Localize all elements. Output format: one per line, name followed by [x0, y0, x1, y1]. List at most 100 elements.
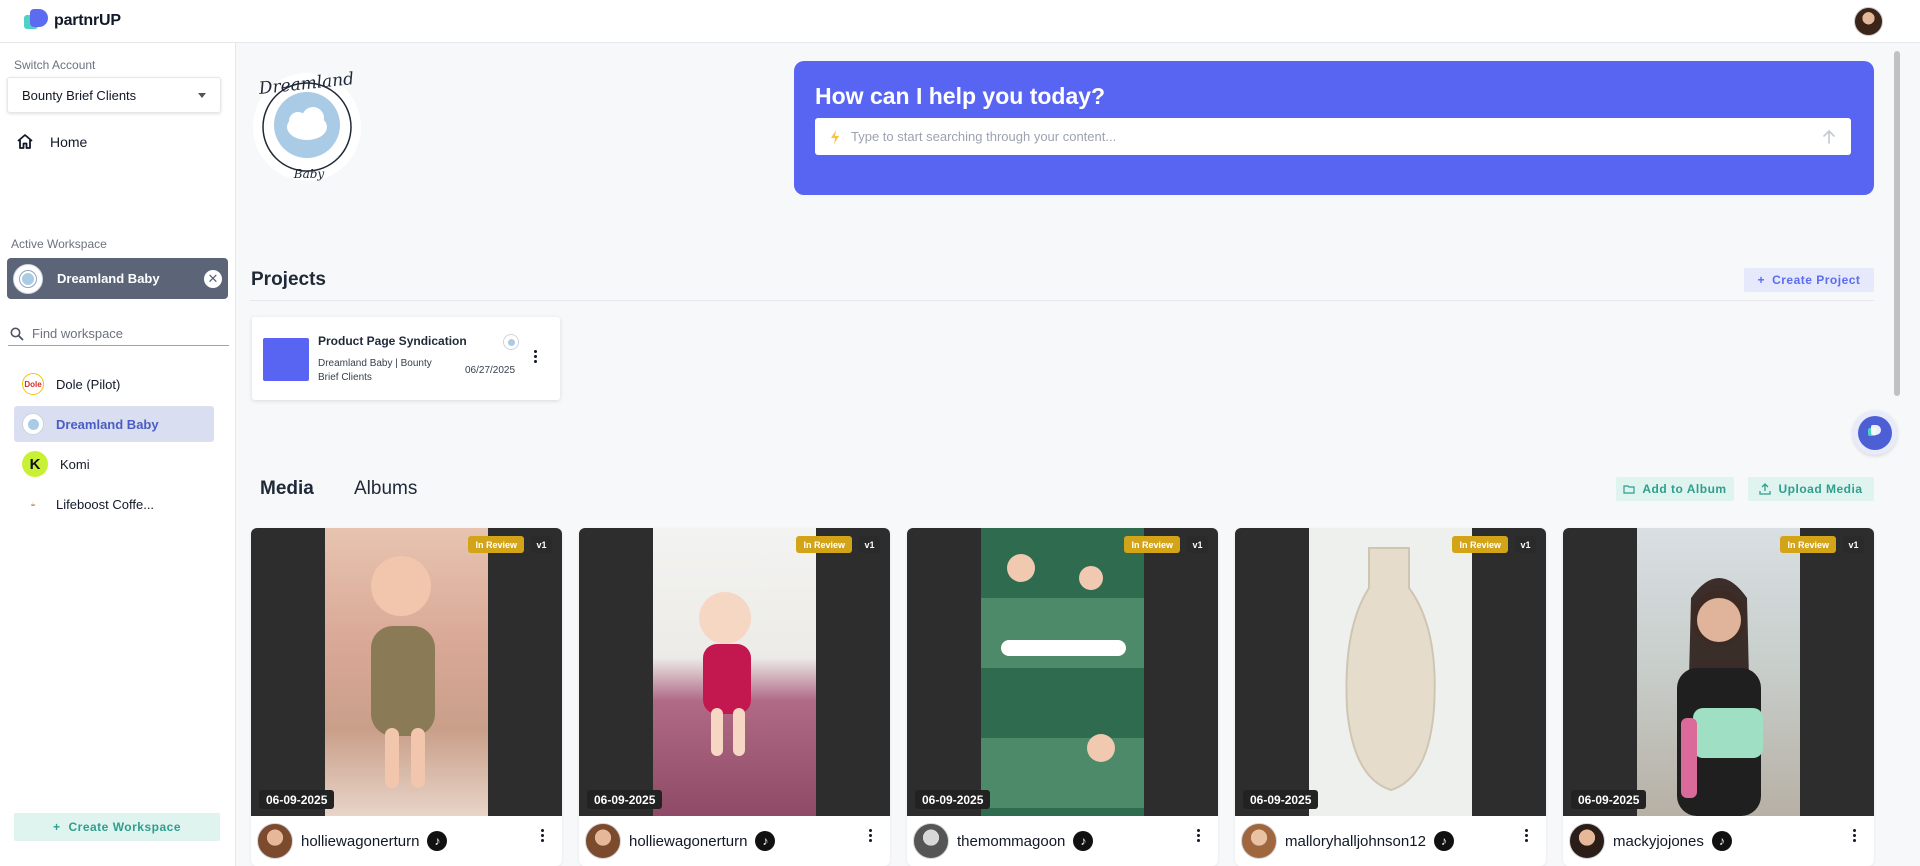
create-project-button[interactable]: + Create Project: [1744, 268, 1874, 292]
user-avatar[interactable]: [1854, 7, 1883, 36]
ai-search-input[interactable]: [851, 129, 1811, 144]
sidebar-item-home[interactable]: Home: [16, 133, 87, 150]
dreamland-baby-logo: Dreamland Baby: [253, 69, 361, 181]
status-badge: In Review: [1124, 536, 1180, 553]
workspace-item-dole[interactable]: Dole Dole (Pilot): [14, 366, 214, 402]
project-name: Product Page Syndication: [318, 334, 467, 348]
project-date: 06/27/2025: [465, 365, 516, 376]
date-badge: 06-09-2025: [1243, 790, 1319, 809]
version-badge: v1: [1515, 536, 1536, 553]
project-thumbnail: [263, 338, 309, 381]
more-options-icon[interactable]: [541, 828, 544, 842]
projects-title: Projects: [251, 269, 326, 290]
workspace-item-komi[interactable]: K Komi: [14, 446, 214, 482]
creator-avatar[interactable]: [1569, 823, 1605, 859]
project-card[interactable]: Product Page Syndication Dreamland Baby …: [252, 317, 560, 400]
add-to-album-button[interactable]: Add to Album: [1616, 477, 1734, 501]
workspace-name: Dole (Pilot): [56, 376, 121, 392]
partnrup-logo-icon: [24, 9, 50, 33]
date-badge: 06-09-2025: [259, 790, 335, 809]
hero-title: How can I help you today?: [815, 83, 1106, 109]
video-preview: [325, 528, 488, 816]
assistant-icon: [1858, 416, 1892, 450]
media-thumbnail[interactable]: In Review v1 06-09-2025: [907, 528, 1218, 816]
tiktok-icon: ♪: [755, 831, 776, 851]
status-badge: In Review: [468, 536, 524, 553]
plus-icon: +: [52, 820, 61, 834]
creator-avatar[interactable]: [913, 823, 949, 859]
media-footer: mackyjojones ♪: [1563, 816, 1874, 866]
version-badge: v1: [531, 536, 552, 553]
media-card[interactable]: In Review v1 06-09-2025 themommagoon ♪: [907, 528, 1218, 866]
workspace-item-lifeboost[interactable]: ☕ Lifeboost Coffe...: [14, 486, 214, 522]
page-scrollbar[interactable]: [1892, 43, 1902, 866]
workspace-list: Dole Dole (Pilot) Dreamland Baby K Komi …: [14, 366, 214, 526]
app-logo[interactable]: partnrUP: [24, 9, 121, 33]
creator-name[interactable]: holliewagonerturn: [301, 833, 419, 850]
active-workspace-chip[interactable]: Dreamland Baby ✕: [7, 258, 228, 299]
status-badge: In Review: [796, 536, 852, 553]
workspace-logo-icon: [503, 334, 519, 350]
creator-avatar[interactable]: [1241, 823, 1277, 859]
ai-search-field[interactable]: [815, 118, 1851, 155]
video-preview: [1637, 528, 1800, 816]
creator-name[interactable]: holliewagonerturn: [629, 833, 747, 850]
media-thumbnail[interactable]: In Review v1 06-09-2025: [1563, 528, 1874, 816]
projects-divider: [250, 300, 1874, 301]
media-thumbnail[interactable]: In Review v1 06-09-2025: [1235, 528, 1546, 816]
workspace-name: Lifeboost Coffe...: [56, 496, 155, 512]
media-card[interactable]: In Review v1 06-09-2025 mackyjojones ♪: [1563, 528, 1874, 866]
create-project-label: Create Project: [1772, 273, 1861, 287]
account-select-value: Bounty Brief Clients: [22, 87, 137, 103]
close-icon[interactable]: ✕: [204, 269, 222, 288]
find-workspace-input[interactable]: [32, 326, 222, 341]
date-badge: 06-09-2025: [1571, 790, 1647, 809]
more-options-icon[interactable]: [534, 350, 537, 363]
media-thumbnail[interactable]: In Review v1 06-09-2025: [251, 528, 562, 816]
more-options-icon[interactable]: [1525, 828, 1528, 842]
assistant-chat-button[interactable]: [1853, 411, 1897, 455]
media-card[interactable]: In Review v1 06-09-2025 holliewagonertur…: [251, 528, 562, 866]
account-select[interactable]: Bounty Brief Clients: [7, 77, 221, 113]
media-card[interactable]: In Review v1 06-09-2025 holliewagonertur…: [579, 528, 890, 866]
find-workspace-field[interactable]: [8, 322, 229, 346]
workspace-item-dreamland[interactable]: Dreamland Baby: [14, 406, 214, 442]
media-footer: holliewagonerturn ♪: [251, 816, 562, 866]
creator-avatar[interactable]: [257, 823, 293, 859]
add-to-album-label: Add to Album: [1642, 482, 1727, 496]
creator-name[interactable]: malloryhalljohnson12: [1285, 833, 1426, 850]
date-badge: 06-09-2025: [915, 790, 991, 809]
scrollbar-thumb[interactable]: [1894, 51, 1900, 396]
media-thumbnail[interactable]: In Review v1 06-09-2025: [579, 528, 890, 816]
caret-down-icon: [198, 92, 206, 98]
home-label: Home: [50, 133, 88, 150]
workspace-name: Komi: [60, 456, 90, 472]
tab-albums[interactable]: Albums: [354, 478, 417, 500]
more-options-icon[interactable]: [869, 828, 872, 842]
folder-icon: [1623, 485, 1635, 494]
tiktok-icon: ♪: [427, 831, 448, 851]
more-options-icon[interactable]: [1853, 828, 1856, 842]
create-workspace-label: Create Workspace: [68, 820, 181, 834]
tab-media[interactable]: Media: [260, 478, 314, 500]
more-options-icon[interactable]: [1197, 828, 1200, 842]
plus-icon: +: [1757, 273, 1766, 287]
creator-avatar[interactable]: [585, 823, 621, 859]
workspace-name: Dreamland Baby: [56, 416, 159, 432]
lifeboost-logo-icon: ☕: [22, 493, 44, 515]
status-badge: In Review: [1452, 536, 1508, 553]
ai-search-panel: How can I help you today?: [794, 61, 1874, 195]
media-footer: malloryhalljohnson12 ♪: [1235, 816, 1546, 866]
version-badge: v1: [1843, 536, 1864, 553]
send-arrow-icon[interactable]: [1821, 129, 1837, 145]
create-workspace-button[interactable]: + Create Workspace: [14, 813, 220, 841]
media-card[interactable]: In Review v1 06-09-2025 malloryhalljohns…: [1235, 528, 1546, 866]
version-badge: v1: [1187, 536, 1208, 553]
switch-account-label: Switch Account: [14, 58, 96, 72]
upload-media-button[interactable]: Upload Media: [1748, 477, 1874, 501]
status-badge: In Review: [1780, 536, 1836, 553]
sidebar: Switch Account Bounty Brief Clients Home…: [0, 43, 236, 866]
creator-name[interactable]: mackyjojones: [1613, 833, 1704, 850]
dole-logo-icon: Dole: [22, 373, 44, 395]
creator-name[interactable]: themommagoon: [957, 833, 1065, 850]
